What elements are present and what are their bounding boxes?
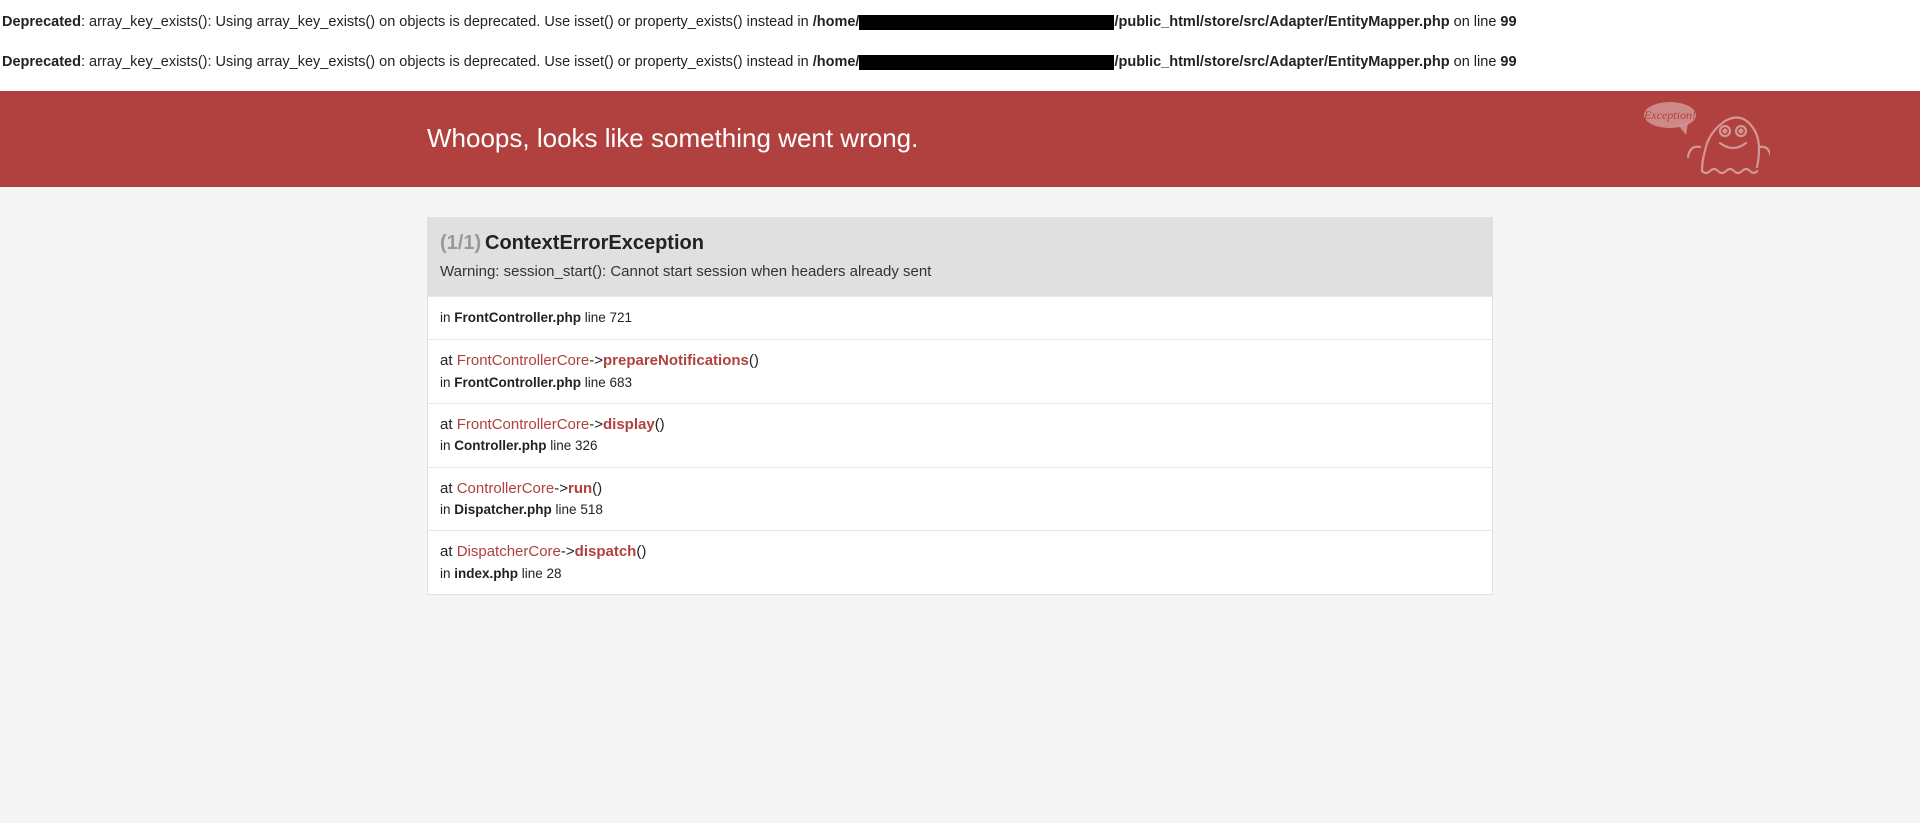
deprecated-path-pre: /home/ xyxy=(813,54,860,70)
deprecated-label: Deprecated xyxy=(2,14,81,30)
trace-paren: () xyxy=(655,416,665,433)
trace-method[interactable]: dispatch xyxy=(575,543,637,560)
trace-file[interactable]: Dispatcher.php xyxy=(454,502,552,517)
error-header: Whoops, looks like something went wrong.… xyxy=(0,91,1920,187)
trace-in: in xyxy=(440,310,454,325)
deprecated-label: Deprecated xyxy=(2,54,81,70)
exception-panel: (1/1) ContextErrorException Warning: ses… xyxy=(427,217,1493,596)
exception-header: (1/1) ContextErrorException Warning: ses… xyxy=(428,218,1492,296)
trace-arrow: -> xyxy=(589,352,603,369)
trace-row: in FrontController.php line 721 xyxy=(428,296,1492,340)
trace-arrow: -> xyxy=(561,543,575,560)
trace-line: line 721 xyxy=(581,310,632,325)
trace-file[interactable]: index.php xyxy=(454,566,518,581)
trace-at: at xyxy=(440,352,457,369)
exception-count: (1/1) xyxy=(440,232,481,254)
deprecated-notice: Deprecated: array_key_exists(): Using ar… xyxy=(0,10,1920,50)
deprecated-notice: Deprecated: array_key_exists(): Using ar… xyxy=(0,50,1920,90)
exception-message: Warning: session_start(): Cannot start s… xyxy=(440,263,1480,280)
trace-class[interactable]: FrontControllerCore xyxy=(457,416,590,433)
trace-line: line 28 xyxy=(518,566,562,581)
trace-paren: () xyxy=(592,480,602,497)
trace-arrow: -> xyxy=(554,480,568,497)
deprecated-line-num: 99 xyxy=(1500,54,1516,70)
deprecated-path-post: /public_html/store/src/Adapter/EntityMap… xyxy=(1114,14,1449,30)
trace-at: at xyxy=(440,543,457,560)
trace-row: at DispatcherCore->dispatch() in index.p… xyxy=(428,530,1492,594)
trace-class[interactable]: ControllerCore xyxy=(457,480,555,497)
deprecated-line-num: 99 xyxy=(1500,14,1516,30)
trace-method[interactable]: prepareNotifications xyxy=(603,352,749,369)
trace-method[interactable]: display xyxy=(603,416,655,433)
trace-method[interactable]: run xyxy=(568,480,592,497)
trace-line: line 683 xyxy=(581,375,632,390)
page-title: Whoops, looks like something went wrong. xyxy=(427,123,918,154)
trace-class[interactable]: FrontControllerCore xyxy=(457,352,590,369)
trace-file[interactable]: FrontController.php xyxy=(454,310,581,325)
trace-line: line 518 xyxy=(552,502,603,517)
trace-in: in xyxy=(440,566,454,581)
trace-row: at FrontControllerCore->display() in Con… xyxy=(428,403,1492,467)
trace-arrow: -> xyxy=(589,416,603,433)
ghost-illustration: Exception! xyxy=(1640,99,1770,180)
trace-at: at xyxy=(440,416,457,433)
trace-paren: () xyxy=(749,352,759,369)
php-deprecated-notices: Deprecated: array_key_exists(): Using ar… xyxy=(0,0,1920,91)
trace-in: in xyxy=(440,438,454,453)
trace-file[interactable]: FrontController.php xyxy=(454,375,581,390)
trace-class[interactable]: DispatcherCore xyxy=(457,543,561,560)
trace-row: at ControllerCore->run() in Dispatcher.p… xyxy=(428,467,1492,531)
trace-in: in xyxy=(440,502,454,517)
exception-ghost-icon: Exception! xyxy=(1640,99,1770,177)
header-inner: Whoops, looks like something went wrong. xyxy=(427,123,1493,154)
trace-file[interactable]: Controller.php xyxy=(454,438,546,453)
deprecated-on-line: on line xyxy=(1450,14,1501,30)
deprecated-path-post: /public_html/store/src/Adapter/EntityMap… xyxy=(1114,54,1449,70)
deprecated-on-line: on line xyxy=(1450,54,1501,70)
exception-class: ContextErrorException xyxy=(485,232,704,254)
trace-paren: () xyxy=(636,543,646,560)
bubble-text: Exception! xyxy=(1643,108,1696,122)
deprecated-path-pre: /home/ xyxy=(813,14,860,30)
deprecated-msg: : array_key_exists(): Using array_key_ex… xyxy=(81,54,813,70)
trace-at: at xyxy=(440,480,457,497)
redacted-path xyxy=(859,15,1114,30)
trace-in: in xyxy=(440,375,454,390)
trace-row: at FrontControllerCore->prepareNotificat… xyxy=(428,339,1492,403)
redacted-path xyxy=(859,55,1114,70)
trace-line: line 326 xyxy=(547,438,598,453)
deprecated-msg: : array_key_exists(): Using array_key_ex… xyxy=(81,14,813,30)
